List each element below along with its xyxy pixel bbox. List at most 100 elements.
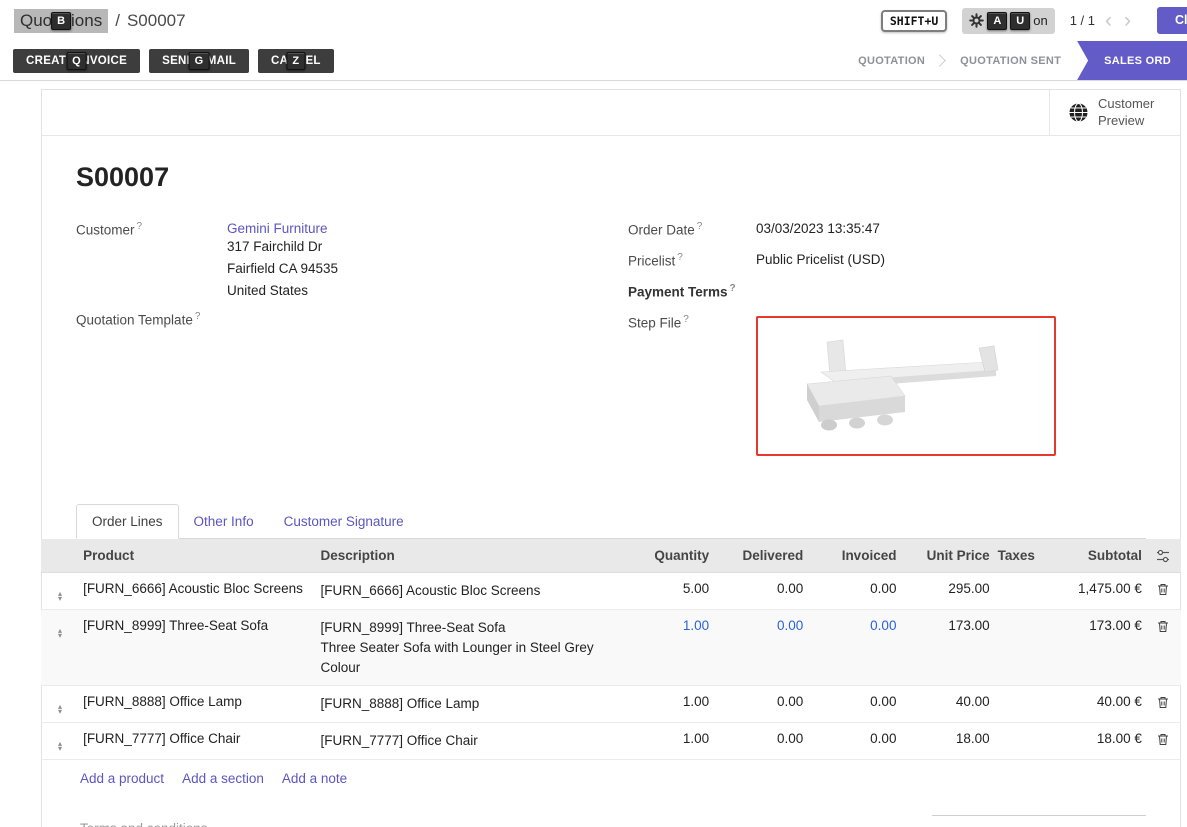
address-line: United States [227,280,338,302]
cell-subtotal[interactable]: 173.00 € [1042,610,1146,686]
cell-unit-price[interactable]: 295.00 [900,573,993,610]
cell-invoiced[interactable]: 0.00 [807,610,900,686]
row-drag-handle[interactable]: ▴▾ [41,723,79,760]
cell-invoiced[interactable]: 0.00 [807,723,900,760]
hotkey-badge-b: B [51,12,71,30]
cell-delivered[interactable]: 0.00 [713,686,807,723]
form-sheet: S00007 Customer? Gemini Furniture 317 Fa… [42,136,1180,827]
create-button[interactable]: Cl [1157,7,1187,34]
tab-other-info[interactable]: Other Info [179,504,269,538]
cell-description[interactable]: [FURN_6666] Acoustic Bloc Screens [316,573,627,610]
cell-subtotal[interactable]: 18.00 € [1042,723,1146,760]
send-email-button[interactable]: SEND EMAIL G [149,49,249,73]
address-line: Fairfield CA 94535 [227,258,338,280]
action-button-label: on [1033,13,1047,28]
help-marker: ? [137,221,143,232]
pricelist-field-value[interactable]: Public Pricelist (USD) [756,252,885,267]
customer-link[interactable]: Gemini Furniture [227,221,338,236]
statusbar: QUOTATION QUOTATION SENT SALES ORD [842,41,1187,80]
column-header-unit-price[interactable]: Unit Price [900,539,993,573]
row-drag-handle[interactable]: ▴▾ [41,610,79,686]
page-title: S00007 [76,162,1146,193]
cell-product[interactable]: [FURN_8999] Three-Seat Sofa [79,610,316,686]
stage-quotation-sent[interactable]: QUOTATION SENT [944,41,1077,80]
field-group-right: Order Date? 03/03/2023 13:35:47 Pricelis… [628,221,1146,468]
control-panel: CREATE INVOICE Q SEND EMAIL G CANCEL Z Q… [0,41,1187,81]
drag-handle-icon: ▴▾ [58,591,62,601]
table-row: ▴▾ [FURN_8999] Three-Seat Sofa [FURN_899… [41,610,1181,686]
delete-row-button[interactable] [1146,686,1181,723]
terms-and-conditions-placeholder[interactable]: Terms and conditions... [80,821,219,827]
cell-subtotal[interactable]: 40.00 € [1042,686,1146,723]
trash-icon [1157,734,1169,749]
hotkey-badge-q: Q [66,52,87,70]
cell-invoiced[interactable]: 0.00 [807,686,900,723]
cell-unit-price[interactable]: 40.00 [900,686,993,723]
cell-taxes[interactable] [994,723,1042,760]
delete-row-button[interactable] [1146,610,1181,686]
drag-handle-icon: ▴▾ [58,628,62,638]
create-invoice-button[interactable]: CREATE INVOICE Q [13,49,140,73]
cell-unit-price[interactable]: 173.00 [900,610,993,686]
customer-field-value: Gemini Furniture 317 Fairchild Dr Fairfi… [227,221,338,302]
breadcrumb-separator: / [115,11,120,31]
customer-preview-button[interactable]: Customer Preview [1049,90,1180,135]
cell-description[interactable]: [FURN_7777] Office Chair [316,723,627,760]
cell-invoiced[interactable]: 0.00 [807,573,900,610]
tab-order-lines[interactable]: Order Lines [76,504,179,539]
breadcrumb-current: S00007 [127,11,186,31]
help-marker: ? [730,283,736,294]
row-drag-handle[interactable]: ▴▾ [41,686,79,723]
field-customer: Customer? Gemini Furniture 317 Fairchild… [76,221,628,302]
column-header-quantity[interactable]: Quantity [627,539,713,573]
cell-product[interactable]: [FURN_8888] Office Lamp [79,686,316,723]
cell-quantity[interactable]: 1.00 [627,723,713,760]
field-payment-terms: Payment Terms? [628,283,1146,302]
table-row: ▴▾ [FURN_6666] Acoustic Bloc Screens [FU… [41,573,1181,610]
sheet-footer: Terms and conditions... Total: 1,706.00 … [76,797,1146,827]
row-drag-handle[interactable]: ▴▾ [41,573,79,610]
cancel-button[interactable]: CANCEL Z [258,49,334,73]
add-a-section-link[interactable]: Add a section [182,771,264,786]
order-date-field-value[interactable]: 03/03/2023 13:35:47 [756,221,880,236]
pricelist-field-label: Pricelist? [628,252,756,269]
column-header-invoiced[interactable]: Invoiced [807,539,900,573]
delete-row-button[interactable] [1146,573,1181,610]
cell-product[interactable]: [FURN_7777] Office Chair [79,723,316,760]
delete-row-button[interactable] [1146,723,1181,760]
step-file-image-field[interactable] [756,316,1056,456]
cell-delivered[interactable]: 0.00 [713,610,807,686]
cell-taxes[interactable] [994,610,1042,686]
action-menu-button[interactable]: A U on [962,8,1054,34]
column-header-product[interactable]: Product [79,539,316,573]
cell-taxes[interactable] [994,573,1042,610]
stage-sales-order[interactable]: SALES ORD [1077,41,1187,80]
add-a-note-link[interactable]: Add a note [282,771,347,786]
cell-delivered[interactable]: 0.00 [713,723,807,760]
column-header-taxes[interactable]: Taxes [994,539,1042,573]
column-header-subtotal[interactable]: Subtotal [1042,539,1146,573]
cell-delivered[interactable]: 0.00 [713,573,807,610]
cell-description[interactable]: [FURN_8888] Office Lamp [316,686,627,723]
totals-box: Total: 1,706.00 € [932,815,1146,827]
trash-icon [1157,584,1169,599]
column-header-description[interactable]: Description [316,539,627,573]
column-header-delivered[interactable]: Delivered [713,539,807,573]
cell-taxes[interactable] [994,686,1042,723]
cell-subtotal[interactable]: 1,475.00 € [1042,573,1146,610]
cell-quantity[interactable]: 5.00 [627,573,713,610]
pager-next-button[interactable]: › [1122,10,1133,31]
tab-customer-signature[interactable]: Customer Signature [269,504,419,538]
cell-quantity[interactable]: 1.00 [627,610,713,686]
breadcrumb-quotations-link[interactable]: Quotations B [14,9,108,33]
cell-quantity[interactable]: 1.00 [627,686,713,723]
globe-icon [1068,102,1089,123]
stage-quotation[interactable]: QUOTATION [842,41,941,80]
app-root: Quotations B / S00007 SHIFT+U [0,0,1187,827]
adjust-columns-button[interactable] [1146,539,1181,573]
pager-previous-button[interactable]: ‹ [1103,10,1114,31]
cell-product[interactable]: [FURN_6666] Acoustic Bloc Screens [79,573,316,610]
add-a-product-link[interactable]: Add a product [80,771,164,786]
cell-unit-price[interactable]: 18.00 [900,723,993,760]
cell-description[interactable]: [FURN_8999] Three-Seat Sofa Three Seater… [316,610,627,686]
